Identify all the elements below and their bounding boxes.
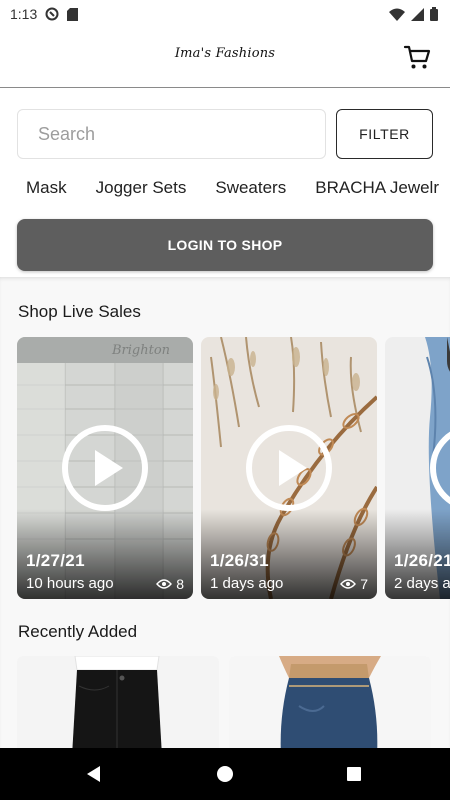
filter-button[interactable]: FILTER <box>336 109 433 159</box>
search-row: FILTER <box>17 109 433 159</box>
system-nav-bar <box>0 748 450 800</box>
live-sales-title: Shop Live Sales <box>18 302 141 321</box>
sync-icon <box>45 7 59 21</box>
store-logo[interactable]: Ima's Fashions <box>0 46 450 61</box>
recently-added-list[interactable] <box>17 656 450 748</box>
wifi-icon <box>389 8 405 21</box>
live-sale-date: 1/26/21 <box>394 551 450 570</box>
live-sales-carousel[interactable]: Brighton 1/27/21 10 hours ago 8 1/26/31 … <box>17 337 450 599</box>
product-image <box>229 656 431 748</box>
main-content[interactable]: FILTER Mask Jogger Sets Sweaters BRACHA … <box>0 89 450 748</box>
view-count: 8 <box>176 576 184 592</box>
app-header: Ima's Fashions <box>0 28 450 88</box>
category-mask[interactable]: Mask <box>26 178 67 198</box>
play-icon[interactable] <box>60 423 150 513</box>
live-sale-card[interactable]: 1/26/31 1 days ago 7 <box>201 337 377 599</box>
play-icon[interactable] <box>244 423 334 513</box>
home-icon[interactable] <box>213 762 237 786</box>
live-sale-time-ago: 10 hours ago <box>26 575 114 592</box>
play-icon[interactable] <box>428 423 450 513</box>
live-sale-time-ago: 2 days ago <box>394 575 450 592</box>
login-to-shop-button[interactable]: LOGIN TO SHOP <box>17 219 433 271</box>
recently-added-title: Recently Added <box>18 622 138 641</box>
svg-text:Brighton: Brighton <box>111 343 170 358</box>
live-sale-card[interactable]: 1/26/21 2 days ago <box>385 337 450 599</box>
signal-icon <box>411 7 424 21</box>
sd-card-icon <box>67 7 79 21</box>
eye-icon <box>340 579 357 589</box>
category-sweaters[interactable]: Sweaters <box>215 178 286 198</box>
category-jogger-sets[interactable]: Jogger Sets <box>96 178 187 198</box>
live-sale-date: 1/26/31 <box>210 551 269 570</box>
product-card[interactable] <box>229 656 431 748</box>
recents-icon[interactable] <box>342 762 366 786</box>
product-image <box>17 656 219 748</box>
live-sale-views: 7 <box>340 576 368 592</box>
cart-icon[interactable] <box>402 42 432 72</box>
status-time: 1:13 <box>10 6 38 22</box>
category-tabs: Mask Jogger Sets Sweaters BRACHA Jewelr <box>26 178 439 198</box>
status-bar: 1:13 <box>0 0 450 28</box>
live-sale-views: 8 <box>156 576 184 592</box>
back-icon[interactable] <box>82 762 106 786</box>
battery-icon <box>430 7 438 21</box>
category-bracha-jewelry[interactable]: BRACHA Jewelr <box>315 178 439 198</box>
live-sale-date: 1/27/21 <box>26 551 85 570</box>
search-input[interactable] <box>17 109 326 159</box>
eye-icon <box>156 579 173 589</box>
product-card[interactable] <box>17 656 219 748</box>
live-sale-time-ago: 1 days ago <box>210 575 284 592</box>
live-sale-card[interactable]: Brighton 1/27/21 10 hours ago 8 <box>17 337 193 599</box>
view-count: 7 <box>360 576 368 592</box>
